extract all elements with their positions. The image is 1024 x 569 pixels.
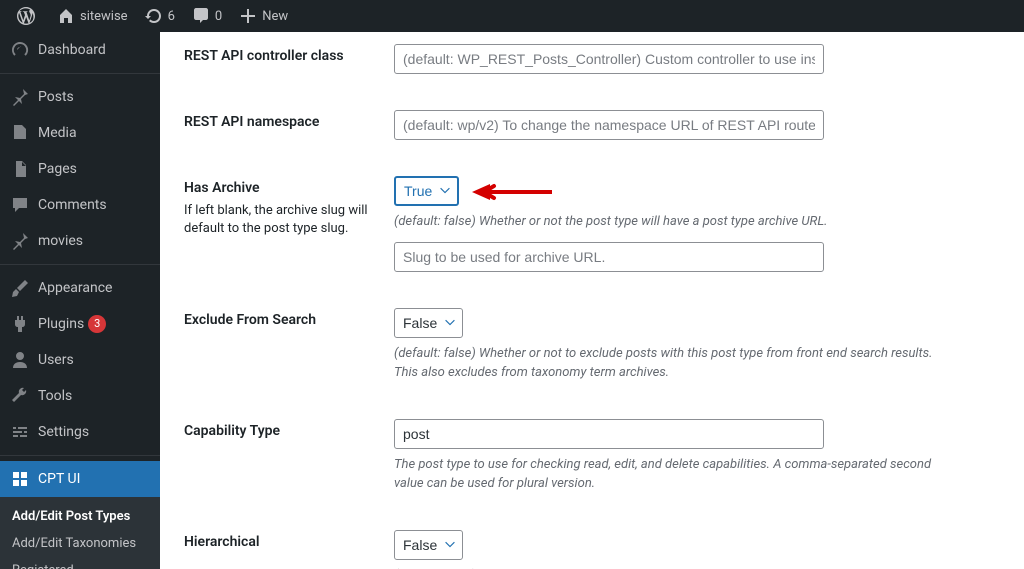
desc-exclude-search: (default: false) Whether or not to exclu… — [394, 344, 934, 383]
dashboard-icon — [10, 40, 30, 60]
label-hierarchical: Hierarchical — [184, 534, 394, 550]
wordpress-icon — [16, 6, 36, 26]
admin-bar: sitewise 6 0 New — [0, 0, 1024, 32]
menu-users[interactable]: Users — [0, 342, 160, 378]
pin-icon — [10, 87, 30, 107]
menu-posts[interactable]: Posts — [0, 79, 160, 115]
menu-cpt-ui[interactable]: CPT UI — [0, 461, 160, 497]
admin-sidebar: Dashboard Posts Media Pages Comments mov… — [0, 32, 160, 569]
select-exclude-search[interactable]: False — [394, 308, 463, 338]
comment-icon — [191, 6, 211, 26]
plus-icon — [238, 6, 258, 26]
select-has-archive[interactable]: True — [394, 176, 459, 206]
brush-icon — [10, 278, 30, 298]
media-icon — [10, 123, 30, 143]
wp-logo[interactable] — [8, 0, 48, 32]
select-hierarchical[interactable]: False — [394, 530, 463, 560]
menu-label: Plugins — [38, 316, 84, 332]
desc-capability-type: The post type to use for checking read, … — [394, 455, 934, 494]
menu-label: Appearance — [38, 280, 112, 296]
label-rest-controller: REST API controller class — [184, 48, 394, 64]
home-icon — [56, 6, 76, 26]
setting-hierarchical: Hierarchical False (default: false) Whet… — [184, 518, 1000, 569]
comments-count: 0 — [215, 9, 222, 24]
user-icon — [10, 350, 30, 370]
label-capability-type: Capability Type — [184, 423, 394, 439]
updates[interactable]: 6 — [136, 0, 183, 32]
menu-label: Tools — [38, 388, 72, 404]
new-content[interactable]: New — [230, 0, 296, 32]
updates-count: 6 — [168, 9, 175, 24]
menu-movies[interactable]: movies — [0, 223, 160, 259]
menu-tools[interactable]: Tools — [0, 378, 160, 414]
comment-icon — [10, 195, 30, 215]
menu-label: Dashboard — [38, 42, 106, 58]
input-rest-controller[interactable] — [394, 44, 824, 74]
page-icon — [10, 159, 30, 179]
menu-label: Posts — [38, 89, 74, 105]
menu-label: Media — [38, 125, 77, 141]
wrench-icon — [10, 386, 30, 406]
menu-label: Comments — [38, 197, 107, 213]
new-label: New — [262, 9, 288, 24]
menu-label: CPT UI — [38, 471, 80, 487]
cpt-submenu: Add/Edit Post Types Add/Edit Taxonomies … — [0, 497, 160, 569]
plugins-badge: 3 — [88, 315, 106, 333]
input-archive-slug[interactable] — [394, 242, 824, 272]
cpt-icon — [10, 469, 30, 489]
setting-exclude-search: Exclude From Search False (default: fals… — [184, 296, 1000, 407]
menu-label: movies — [38, 233, 83, 249]
setting-capability-type: Capability Type The post type to use for… — [184, 407, 1000, 518]
submenu-registered-types[interactable]: Registered Types/Taxes — [0, 557, 160, 569]
sublabel-has-archive: If left blank, the archive slug will def… — [184, 202, 374, 238]
label-has-archive: Has Archive — [184, 180, 394, 196]
annotation-arrow — [472, 182, 552, 206]
submenu-add-edit-post-types[interactable]: Add/Edit Post Types — [0, 503, 160, 530]
desc-hierarchical: (default: false) Whether or not the post… — [394, 566, 934, 569]
menu-plugins[interactable]: Plugins 3 — [0, 306, 160, 342]
menu-dashboard[interactable]: Dashboard — [0, 32, 160, 68]
desc-has-archive: (default: false) Whether or not the post… — [394, 212, 934, 232]
menu-label: Users — [38, 352, 74, 368]
menu-appearance[interactable]: Appearance — [0, 270, 160, 306]
site-name-label: sitewise — [80, 9, 128, 24]
menu-pages[interactable]: Pages — [0, 151, 160, 187]
setting-has-archive: Has Archive If left blank, the archive s… — [184, 164, 1000, 296]
label-rest-namespace: REST API namespace — [184, 114, 394, 130]
plugin-icon — [10, 314, 30, 334]
setting-rest-namespace: REST API namespace — [184, 98, 1000, 164]
submenu-add-edit-taxonomies[interactable]: Add/Edit Taxonomies — [0, 530, 160, 557]
update-icon — [144, 6, 164, 26]
label-exclude-search: Exclude From Search — [184, 312, 394, 328]
menu-media[interactable]: Media — [0, 115, 160, 151]
menu-settings[interactable]: Settings — [0, 414, 160, 450]
sliders-icon — [10, 422, 30, 442]
comments-bubble[interactable]: 0 — [183, 0, 230, 32]
input-capability-type[interactable] — [394, 419, 824, 449]
setting-rest-controller: REST API controller class — [184, 32, 1000, 98]
site-name[interactable]: sitewise — [48, 0, 136, 32]
menu-label: Pages — [38, 161, 77, 177]
menu-label: Settings — [38, 424, 89, 440]
input-rest-namespace[interactable] — [394, 110, 824, 140]
menu-comments[interactable]: Comments — [0, 187, 160, 223]
pin-icon — [10, 231, 30, 251]
main-content: REST API controller class REST API names… — [160, 32, 1024, 569]
